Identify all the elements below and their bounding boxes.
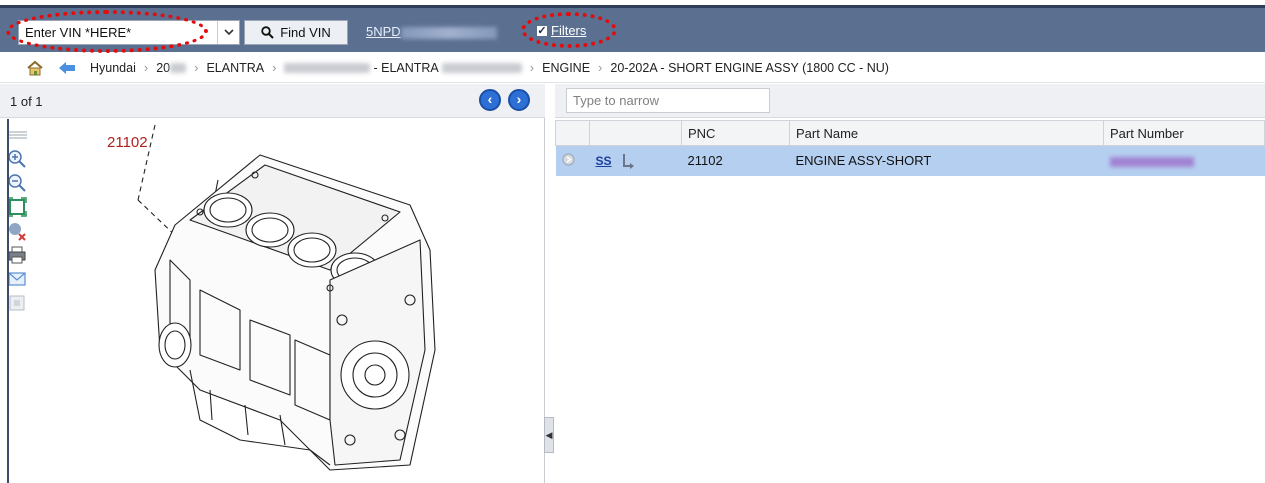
annotation-ring-vin [6,10,208,53]
header-actions [589,120,682,146]
zoom-out-icon[interactable] [6,172,28,194]
fit-to-screen-icon[interactable] [6,196,28,218]
search-icon [261,26,274,39]
crumb-category[interactable]: ENGINE [542,61,590,75]
chevron-down-icon[interactable] [217,21,239,44]
narrow-filter-input[interactable] [566,88,770,113]
header-expand [555,120,590,146]
crumb-model[interactable]: ELANTRA [206,61,264,75]
part-name-cell: ENGINE ASSY-SHORT [789,145,1104,176]
engine-block-diagram[interactable] [80,120,530,480]
vin-redacted [400,26,497,39]
crumb-variant[interactable]: - ELANTRA [284,61,522,75]
drag-handle-icon[interactable] [6,124,28,146]
back-arrow-icon[interactable] [58,60,76,76]
expand-row-icon[interactable] [562,153,575,166]
next-diagram-button[interactable]: › [508,89,530,111]
header-part-name[interactable]: Part Name [789,120,1104,146]
supersession-arrow-icon[interactable] [620,153,636,169]
table-header-row: PNC Part Name Part Number [555,120,1265,146]
collapse-pane-handle[interactable]: ◀ [544,417,554,453]
header-pnc[interactable]: PNC [681,120,790,146]
page-indicator: 1 of 1 [10,94,43,109]
part-number-cell[interactable] [1103,145,1265,176]
diagram-pane: 1 of 1 ‹ › 21102 [0,84,545,483]
crumb-year[interactable]: 20 [156,61,187,75]
disabled-tool-icon [6,292,28,314]
expand-cell[interactable] [555,145,590,176]
find-vin-label: Find VIN [280,25,331,40]
clear-zoom-icon[interactable] [6,220,28,242]
chevron-right-icon: › [272,60,277,75]
current-vin-link[interactable]: 5NPD [366,24,497,39]
parts-table: PNC Part Name Part Number SS 21102 ENGIN… [555,120,1265,176]
chevron-right-icon: › [529,60,535,75]
breadcrumb: Hyundai › 20 › ELANTRA › - ELANTRA › ENG… [0,53,1265,83]
narrow-bar [555,84,1265,118]
vin-link-prefix[interactable]: 5NPD [366,24,401,39]
home-icon[interactable] [26,60,44,76]
pnc-cell: 21102 [681,145,790,176]
diagram-pager-bar: 1 of 1 ‹ › [0,84,545,118]
prev-diagram-button[interactable]: ‹ [479,89,501,111]
actions-cell: SS [589,145,682,176]
callout-label-21102[interactable]: 21102 [107,134,148,151]
zoom-in-icon[interactable] [6,148,28,170]
header-part-number[interactable]: Part Number [1103,120,1265,146]
crumb-make[interactable]: Hyundai [90,61,136,75]
crumb-section: 20-202A - SHORT ENGINE ASSY (1800 CC - N… [610,60,889,75]
parts-pane: PNC Part Name Part Number SS 21102 ENGIN… [555,84,1265,483]
supersession-link[interactable]: SS [596,154,612,168]
email-icon[interactable] [6,268,28,290]
chevron-right-icon: › [598,60,603,75]
annotation-ring-filters [521,12,617,48]
annotation-line [7,119,9,483]
diagram-toolbar [6,124,30,316]
chevron-right-icon: › [143,60,149,75]
chevron-right-icon: › [194,60,199,75]
part-number-redacted[interactable] [1109,156,1194,167]
find-vin-button[interactable]: Find VIN [244,20,348,45]
table-row[interactable]: SS 21102 ENGINE ASSY-SHORT [555,145,1265,176]
print-icon[interactable] [6,244,28,266]
